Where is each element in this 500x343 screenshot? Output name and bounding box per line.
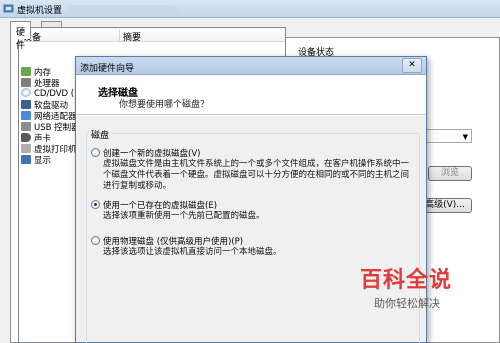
connection-combobox[interactable]: ▼ xyxy=(420,129,472,143)
dropdown-arrow-icon: ▼ xyxy=(462,133,468,141)
browse-button[interactable]: 浏览 xyxy=(428,166,472,181)
radio-create-new-disk[interactable] xyxy=(91,148,100,157)
memory-icon xyxy=(21,67,31,76)
blurred-title-text xyxy=(68,5,178,13)
outer-window-titlebar: 虚拟机设置 xyxy=(0,0,500,18)
disk-group-caption: 磁盘 xyxy=(90,128,111,141)
device-item-sound[interactable]: 声卡 xyxy=(21,132,51,144)
radio-use-existing-disk[interactable] xyxy=(91,200,100,209)
processor-icon xyxy=(21,78,31,87)
speaker-icon xyxy=(21,133,31,142)
cd-icon xyxy=(21,88,31,97)
device-item-network[interactable]: 网络适配器 xyxy=(21,110,77,122)
wizard-titlebar: 添加硬件向导 ✕ xyxy=(76,57,426,75)
device-item-floppy[interactable]: 软盘驱动 xyxy=(21,99,68,111)
device-item-printer[interactable]: 虚拟打印机 xyxy=(21,143,77,155)
watermark: 百科全说 助你轻松解决 xyxy=(360,262,490,322)
column-separator xyxy=(119,29,120,41)
watermark-subtitle: 助你轻松解决 xyxy=(374,297,440,310)
wizard-header-subtitle: 你想要使用哪个磁盘？ xyxy=(119,100,210,110)
option-create-new-disk-label[interactable]: 创建一个新的虚拟磁盘(V) xyxy=(103,147,200,159)
device-item-usb[interactable]: USB 控制器 xyxy=(21,121,80,133)
tab-hardware[interactable]: 硬件 xyxy=(10,21,32,51)
usb-icon xyxy=(21,122,31,131)
outer-window-title: 虚拟机设置 xyxy=(17,6,63,16)
device-item-display[interactable]: 显示 xyxy=(21,154,51,166)
option-create-new-disk-description: 虚拟磁盘文件是由主机文件系统上的一个或多个文件组成，在客户机操作系统中一 个磁盘… xyxy=(103,159,410,191)
display-icon xyxy=(21,155,31,164)
device-item-memory[interactable]: 内存 xyxy=(21,66,51,78)
option-use-physical-disk-description: 选择该选项让该虚拟机直接访问一个本地磁盘。 xyxy=(103,247,282,257)
wizard-header: 选择磁盘 你想要使用哪个磁盘？ xyxy=(76,75,426,115)
device-item-cddvd[interactable]: CD/DVD ( xyxy=(21,88,74,99)
vm-settings-icon xyxy=(3,4,14,13)
close-button[interactable]: ✕ xyxy=(402,58,422,73)
floppy-icon xyxy=(21,100,31,109)
radio-use-physical-disk[interactable] xyxy=(91,236,100,245)
printer-icon xyxy=(21,144,31,153)
device-list-header: 设备 摘要 xyxy=(19,28,285,43)
device-item-processor[interactable]: 处理器 xyxy=(21,77,60,89)
option-use-existing-disk-description: 选择该项重新使用一个先前已配置的磁盘。 xyxy=(103,211,265,221)
option-use-existing-disk-label[interactable]: 使用一个已存在的虚拟磁盘(E) xyxy=(103,199,217,211)
network-icon xyxy=(21,111,31,120)
watermark-logo: 百科全说 xyxy=(360,268,453,293)
column-header-summary[interactable]: 摘要 xyxy=(123,30,141,43)
wizard-title: 添加硬件向导 xyxy=(80,64,135,74)
option-use-physical-disk-label[interactable]: 使用物理磁盘 (仅供高级用户使用)(P) xyxy=(103,235,243,247)
